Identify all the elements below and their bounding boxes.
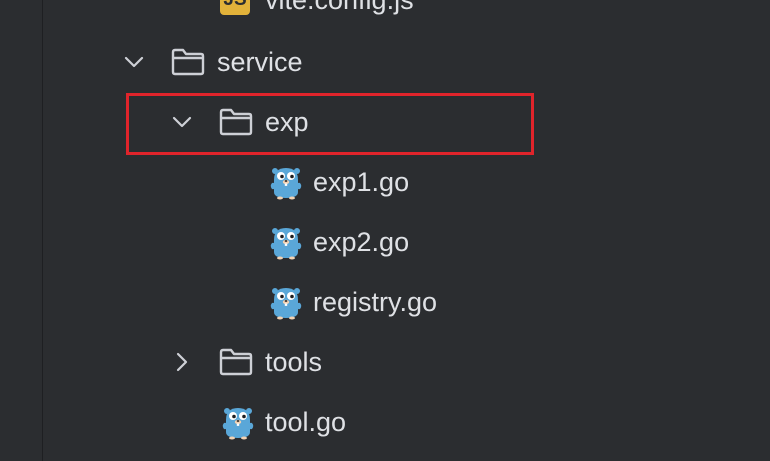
folder-icon	[170, 47, 206, 77]
go-gopher-icon	[222, 404, 254, 440]
tree-item-service[interactable]: service	[0, 32, 770, 92]
go-gopher-icon	[270, 284, 302, 320]
tree-item-label: tool.go	[265, 407, 347, 437]
tree-item-label: vite.config.js	[265, 0, 414, 15]
tree-item-exp[interactable]: exp	[0, 92, 770, 152]
tree-item-label: tools	[265, 347, 323, 377]
chevron-right-icon[interactable]	[170, 350, 194, 374]
chevron-down-icon[interactable]	[122, 50, 146, 74]
tree-item-label: registry.go	[313, 287, 438, 317]
tree-item-label: exp1.go	[313, 167, 410, 197]
tree-item-exp1-go[interactable]: exp1.go	[0, 152, 770, 212]
js-file-icon: JS	[220, 0, 250, 15]
tree-item-label: service	[217, 47, 303, 77]
chevron-down-icon[interactable]	[170, 110, 194, 134]
tree-item-tool-go[interactable]: tool.go	[0, 392, 770, 452]
tree-item-label: exp	[265, 107, 309, 137]
go-gopher-icon	[270, 224, 302, 260]
folder-icon	[218, 107, 254, 137]
tree-item-registry-go[interactable]: registry.go	[0, 272, 770, 332]
tree-item-label: exp2.go	[313, 227, 410, 257]
go-gopher-icon	[270, 164, 302, 200]
tree-item-tools[interactable]: tools	[0, 332, 770, 392]
tree-item-exp2-go[interactable]: exp2.go	[0, 212, 770, 272]
tree-item-vite-config[interactable]: JS vite.config.js	[0, 0, 770, 30]
project-tree-panel: JS vite.config.js service exp exp1.go	[0, 0, 770, 461]
folder-icon	[218, 347, 254, 377]
